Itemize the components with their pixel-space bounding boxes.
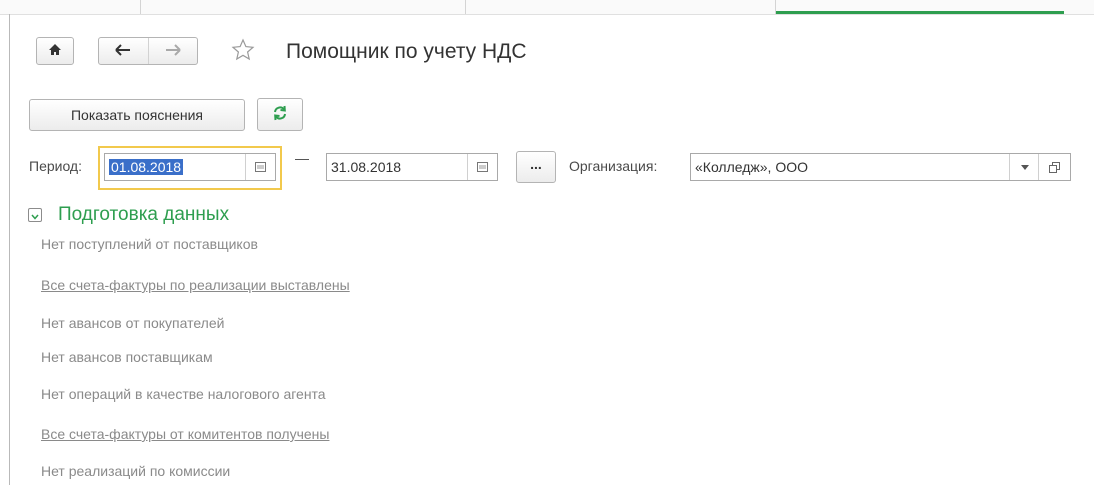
home-button[interactable]: [36, 37, 74, 65]
list-item: Нет авансов от покупателей: [41, 315, 225, 331]
period-separator: [295, 159, 309, 160]
home-icon: [48, 43, 62, 59]
organization-label: Организация:: [569, 158, 658, 174]
period-start-input[interactable]: 01.08.2018: [104, 153, 276, 181]
select-period-button[interactable]: ...: [516, 151, 556, 183]
forward-arrow-icon: [165, 43, 181, 59]
section-title[interactable]: Подготовка данных: [58, 204, 229, 226]
list-item: Нет операций в качестве налогового агент…: [41, 386, 326, 402]
section-collapse-toggle[interactable]: [28, 208, 42, 222]
list-item: Нет реализаций по комиссии: [41, 463, 231, 479]
organization-input[interactable]: «Колледж», ООО: [690, 153, 1071, 181]
refresh-icon: [272, 105, 288, 124]
period-start-value: 01.08.2018: [109, 159, 184, 175]
list-item-link[interactable]: Все счета-фактуры от комитентов получены: [41, 426, 329, 442]
left-border: [9, 14, 10, 485]
list-item: Нет авансов поставщикам: [41, 349, 213, 365]
tab-divider: [465, 0, 466, 14]
period-label: Период:: [29, 158, 82, 174]
top-tab-strip: [0, 0, 1094, 15]
page-title: Помощник по учету НДС: [286, 40, 527, 63]
back-button[interactable]: [99, 38, 148, 64]
open-window-icon[interactable]: [1038, 154, 1070, 180]
navigation-buttons: [98, 37, 198, 65]
chevron-down-icon: [31, 207, 39, 223]
list-item: Нет поступлений от поставщиков: [41, 236, 258, 252]
star-icon: [231, 38, 255, 65]
tab-divider: [140, 0, 141, 14]
list-item-link[interactable]: Все счета-фактуры по реализации выставле…: [41, 277, 350, 293]
calendar-icon[interactable]: [245, 154, 275, 180]
forward-button[interactable]: [149, 38, 198, 64]
show-explanations-button[interactable]: Показать пояснения: [29, 99, 245, 131]
organization-value: «Колледж», ООО: [695, 159, 809, 175]
active-tab-indicator[interactable]: [776, 0, 1064, 14]
calendar-icon[interactable]: [467, 154, 497, 180]
period-end-input[interactable]: 31.08.2018: [326, 153, 498, 181]
favorite-star[interactable]: [229, 37, 257, 65]
chevron-down-icon[interactable]: [1009, 154, 1039, 180]
back-arrow-icon: [115, 43, 131, 59]
refresh-button[interactable]: [257, 98, 303, 131]
period-end-value: 31.08.2018: [331, 159, 402, 175]
